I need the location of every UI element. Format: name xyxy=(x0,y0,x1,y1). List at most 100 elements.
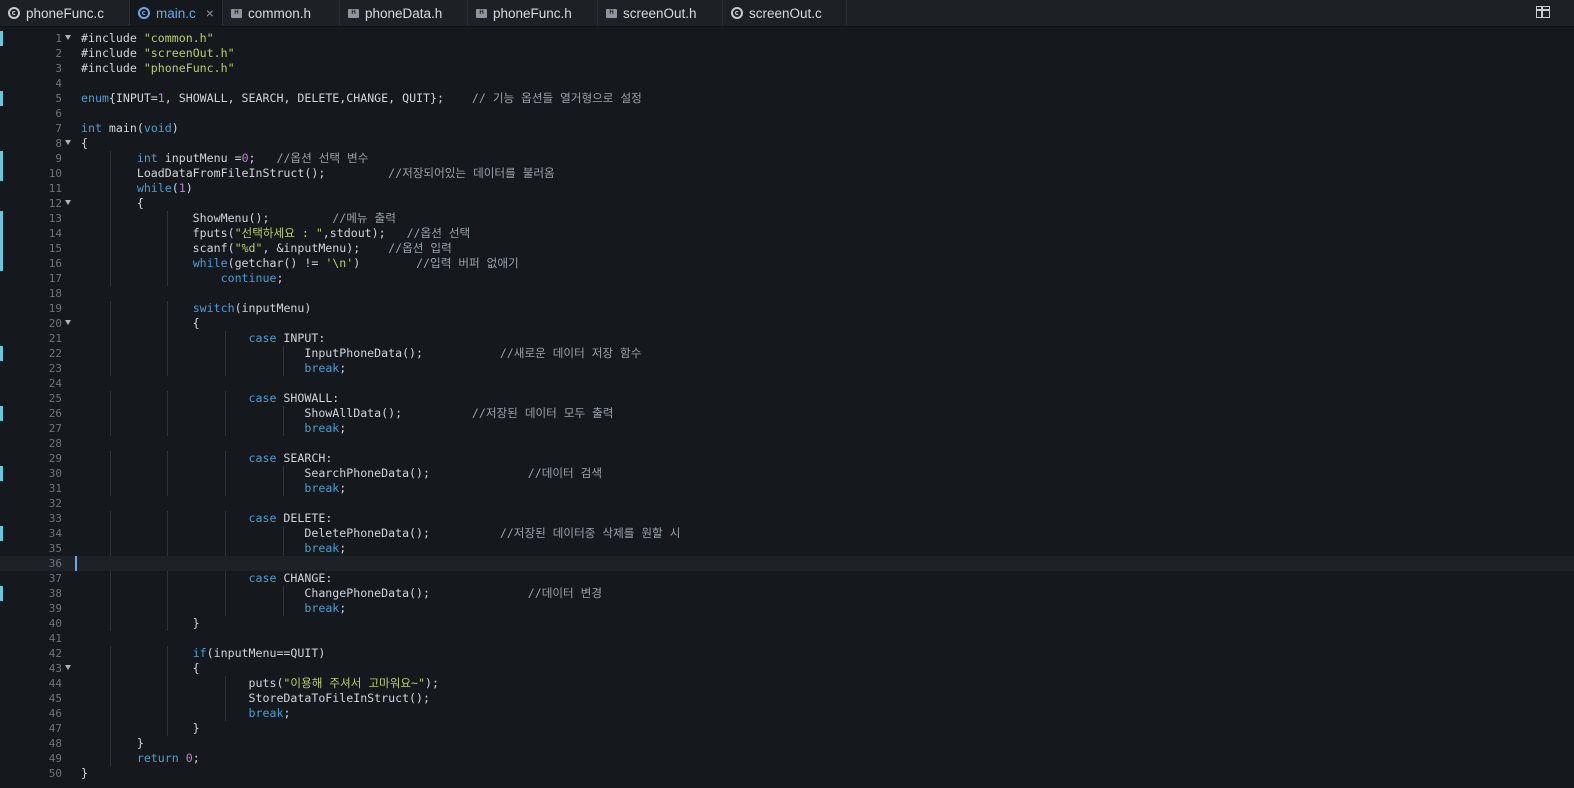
split-editor-icon[interactable] xyxy=(1536,6,1550,18)
fold-toggle-icon[interactable] xyxy=(65,35,71,40)
code-line[interactable]: 24 xyxy=(0,376,1574,391)
modified-line-marker xyxy=(0,241,3,256)
code-line[interactable]: 21 case INPUT: xyxy=(0,331,1574,346)
code-line[interactable]: 36 xyxy=(0,556,1574,571)
code-text: switch(inputMenu) xyxy=(192,301,312,315)
code-line[interactable]: 7 int main(void) xyxy=(0,121,1574,136)
code-text: break; xyxy=(248,706,291,720)
line-number: 17 xyxy=(48,272,62,285)
code-line[interactable]: 2 #include "screenOut.h" xyxy=(0,46,1574,61)
code-line[interactable]: 12 { xyxy=(0,196,1574,211)
code-line[interactable]: 28 xyxy=(0,436,1574,451)
tab-label: phoneFunc.c xyxy=(26,5,105,21)
line-number: 4 xyxy=(55,77,62,90)
line-number: 24 xyxy=(48,377,62,390)
code-line[interactable]: 45 StoreDataToFileInStruct(); xyxy=(0,691,1574,706)
code-line[interactable]: 4 xyxy=(0,76,1574,91)
code-line[interactable]: 23 break; xyxy=(0,361,1574,376)
tab-phoneFunc-c[interactable]: phoneFunc.c xyxy=(0,0,130,26)
code-line[interactable]: 29 case SEARCH: xyxy=(0,451,1574,466)
code-line[interactable]: 25 case SHOWALL: xyxy=(0,391,1574,406)
code-line[interactable]: 27 break; xyxy=(0,421,1574,436)
code-line[interactable]: 8{ xyxy=(0,136,1574,151)
fold-toggle-icon[interactable] xyxy=(65,200,71,205)
code-line[interactable]: 43 { xyxy=(0,661,1574,676)
tab-screenOut-h[interactable]: HscreenOut.h xyxy=(598,0,723,26)
line-number: 1 xyxy=(55,32,62,45)
tab-label: phoneData.h xyxy=(365,5,443,21)
tab-label: common.h xyxy=(248,5,312,21)
fold-toggle-icon[interactable] xyxy=(65,320,71,325)
code-line[interactable]: 40 } xyxy=(0,616,1574,631)
code-line[interactable]: 10 LoadDataFromFileInStruct(); //저장되어있는 … xyxy=(0,166,1574,181)
code-text: SearchPhoneData(); //데이터 검색 xyxy=(81,466,603,480)
code-line[interactable]: 50} xyxy=(0,766,1574,781)
tab-main-c[interactable]: main.c × xyxy=(130,0,223,26)
code-line[interactable]: 14 fputs("선택하세요 : ",stdout); //옵션 선택 xyxy=(0,226,1574,241)
tab-screenOut-c[interactable]: screenOut.c xyxy=(723,0,847,26)
code-line[interactable]: 1 #include "common.h" xyxy=(0,31,1574,46)
fold-toggle-icon[interactable] xyxy=(65,665,71,670)
code-text: int inputMenu =0; //옵션 선택 변수 xyxy=(136,151,369,165)
modified-line-marker xyxy=(0,256,3,271)
code-line[interactable]: 5 enum{INPUT=1, SHOWALL, SEARCH, DELETE,C… xyxy=(0,91,1574,106)
code-text: { xyxy=(81,661,200,675)
code-line[interactable]: 15 scanf("%d", &inputMenu); //옵션 입력 xyxy=(0,241,1574,256)
code-line[interactable]: 26 ShowAllData(); //저장된 데이터 모두 출력 xyxy=(0,406,1574,421)
line-number: 36 xyxy=(48,557,62,570)
code-text: continue; xyxy=(220,271,284,285)
code-line[interactable]: 47 } xyxy=(0,721,1574,736)
line-number: 29 xyxy=(48,452,62,465)
modified-line-marker xyxy=(0,211,3,226)
code-line[interactable]: 37 case CHANGE: xyxy=(0,571,1574,586)
close-tab-icon[interactable]: × xyxy=(206,5,214,21)
code-line[interactable]: 35 break; xyxy=(0,541,1574,556)
code-line[interactable]: 9 int inputMenu =0; //옵션 선택 변수 xyxy=(0,151,1574,166)
line-number: 43 xyxy=(48,662,62,675)
code-line[interactable]: 3 #include "phoneFunc.h" xyxy=(0,61,1574,76)
code-line[interactable]: 39 break; xyxy=(0,601,1574,616)
line-number: 32 xyxy=(48,497,62,510)
modified-line-marker xyxy=(0,466,3,481)
code-line[interactable]: 48 } xyxy=(0,736,1574,751)
tab-label: main.c xyxy=(156,5,196,21)
c-file-icon xyxy=(8,7,20,19)
modified-line-marker xyxy=(0,151,3,166)
code-text: } xyxy=(81,736,144,750)
tab-common-h[interactable]: Hcommon.h xyxy=(223,0,340,26)
code-line[interactable]: 32 xyxy=(0,496,1574,511)
code-line[interactable]: 19 switch(inputMenu) xyxy=(0,301,1574,316)
code-line[interactable]: 22 InputPhoneData(); //새로운 데이터 저장 함수 xyxy=(0,346,1574,361)
code-text: ShowMenu(); //메뉴 출력 xyxy=(81,211,396,225)
code-line[interactable]: 6 xyxy=(0,106,1574,121)
code-editor[interactable]: 1 #include "common.h" 2 #include "screenOut… xyxy=(0,31,1574,788)
tab-phoneFunc-h[interactable]: HphoneFunc.h xyxy=(468,0,598,26)
code-line[interactable]: 33 case DELETE: xyxy=(0,511,1574,526)
fold-toggle-icon[interactable] xyxy=(65,140,71,145)
modified-line-marker xyxy=(0,586,3,601)
code-line[interactable]: 31 break; xyxy=(0,481,1574,496)
modified-line-marker xyxy=(0,166,3,181)
code-line[interactable]: 16 while(getchar() != '\n') //입력 버퍼 없애기 xyxy=(0,256,1574,271)
code-text: int main(void) xyxy=(81,121,179,135)
tab-phoneData-h[interactable]: HphoneData.h xyxy=(340,0,468,26)
code-line[interactable]: 13 ShowMenu(); //메뉴 출력 xyxy=(0,211,1574,226)
code-text: enum{INPUT=1, SHOWALL, SEARCH, DELETE,CH… xyxy=(81,91,642,105)
code-line[interactable]: 38 ChangePhoneData(); //데이터 변경 xyxy=(0,586,1574,601)
code-line[interactable]: 34 DeletePhoneData(); //저장된 데이터중 삭제를 원할 … xyxy=(0,526,1574,541)
code-line[interactable]: 42 if(inputMenu==QUIT) xyxy=(0,646,1574,661)
code-text: break; xyxy=(304,541,347,555)
code-line[interactable]: 18 xyxy=(0,286,1574,301)
code-text: if(inputMenu==QUIT) xyxy=(192,646,326,660)
code-line[interactable]: 11 while(1) xyxy=(0,181,1574,196)
line-number: 15 xyxy=(48,242,62,255)
code-line[interactable]: 49 return 0; xyxy=(0,751,1574,766)
code-line[interactable]: 30 SearchPhoneData(); //데이터 검색 xyxy=(0,466,1574,481)
code-text: case DELETE: xyxy=(248,511,333,525)
code-line[interactable]: 44 puts("이용해 주셔서 고마워요~"); xyxy=(0,676,1574,691)
code-line[interactable]: 20 { xyxy=(0,316,1574,331)
code-line[interactable]: 46 break; xyxy=(0,706,1574,721)
line-number: 40 xyxy=(48,617,62,630)
code-line[interactable]: 17 continue; xyxy=(0,271,1574,286)
code-line[interactable]: 41 xyxy=(0,631,1574,646)
